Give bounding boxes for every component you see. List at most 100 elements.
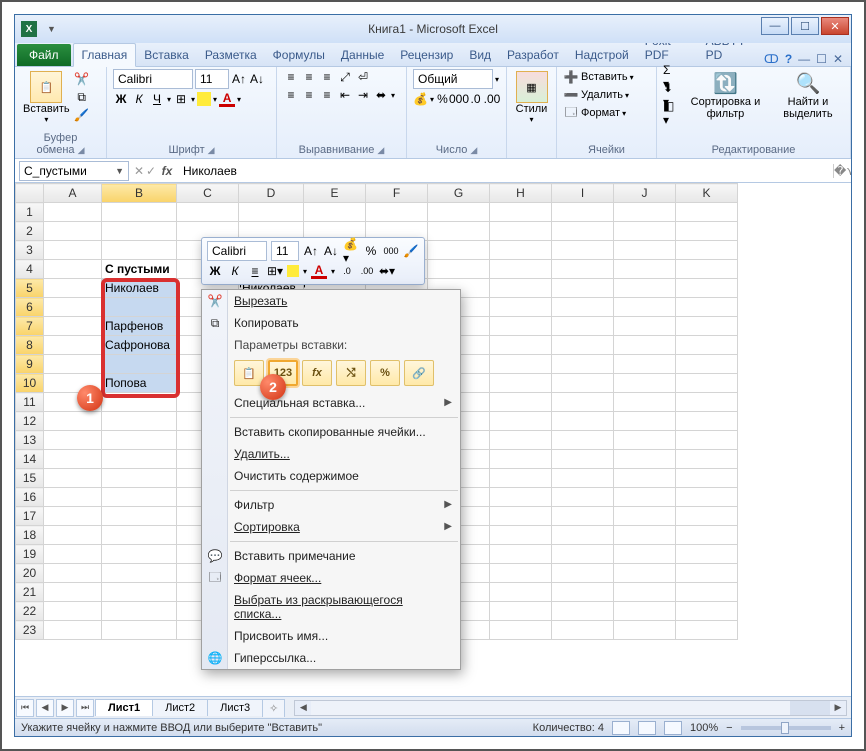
paste-option-link[interactable]: 🔗	[404, 360, 434, 386]
cell-J9[interactable]	[614, 355, 676, 374]
merge-icon[interactable]: ⬌	[373, 87, 389, 103]
mini-comma[interactable]: 000	[383, 243, 399, 259]
cell-A15[interactable]	[44, 469, 102, 488]
cell-K21[interactable]	[676, 583, 738, 602]
mini-format-painter[interactable]: 🖌️	[403, 243, 419, 259]
cell-A7[interactable]	[44, 317, 102, 336]
mini-bold[interactable]: Ж	[207, 263, 223, 279]
sheet-tab-new[interactable]: ✧	[262, 699, 285, 717]
cell-A19[interactable]	[44, 545, 102, 564]
close-button[interactable]: ✕	[821, 17, 849, 35]
fx-icon[interactable]: fx	[157, 164, 177, 178]
help-icon[interactable]: ?	[785, 52, 792, 66]
cell-B8[interactable]: Сафронова	[102, 336, 177, 355]
cell-K23[interactable]	[676, 621, 738, 640]
delete-cells-icon[interactable]: ➖	[563, 87, 579, 103]
col-header-G[interactable]: G	[428, 184, 490, 203]
ctx-cut[interactable]: ✂️Вырезать	[202, 290, 460, 312]
cell-B23[interactable]	[102, 621, 177, 640]
cell-I14[interactable]	[552, 450, 614, 469]
cell-K6[interactable]	[676, 298, 738, 317]
cell-I20[interactable]	[552, 564, 614, 583]
cell-H10[interactable]	[490, 374, 552, 393]
sheet-tab-2[interactable]: Лист2	[152, 699, 208, 716]
currency-icon[interactable]: 💰	[413, 91, 428, 107]
cell-B5[interactable]: Николаев	[102, 279, 177, 298]
tab-addins[interactable]: Надстрой	[567, 44, 637, 66]
sheet-tab-1[interactable]: Лист1	[95, 699, 153, 716]
font-size-selector[interactable]	[195, 69, 229, 89]
cell-H15[interactable]	[490, 469, 552, 488]
cell-K14[interactable]	[676, 450, 738, 469]
cell-H9[interactable]	[490, 355, 552, 374]
sort-filter-button[interactable]: 🔃 Сортировка и фильтр	[683, 69, 768, 122]
cell-J1[interactable]	[614, 203, 676, 222]
zoom-out-button[interactable]: −	[726, 722, 732, 734]
mini-inc-decimal[interactable]: .0	[339, 263, 355, 279]
ctx-insert-comment[interactable]: 💬Вставить примечание	[202, 545, 460, 567]
number-format-selector[interactable]	[413, 69, 493, 89]
format-painter-icon[interactable]: 🖌️	[74, 107, 90, 123]
ctx-define-name[interactable]: Присвоить имя...	[202, 625, 460, 647]
insert-cells-label[interactable]: Вставить	[581, 71, 628, 83]
cell-A22[interactable]	[44, 602, 102, 621]
cell-K1[interactable]	[676, 203, 738, 222]
cell-A4[interactable]	[44, 260, 102, 279]
row-header-8[interactable]: 8	[16, 336, 44, 355]
cell-F1[interactable]	[366, 203, 428, 222]
cell-B18[interactable]	[102, 526, 177, 545]
font-color-button[interactable]: А	[219, 91, 235, 107]
cell-B13[interactable]	[102, 431, 177, 450]
cell-A8[interactable]	[44, 336, 102, 355]
align-middle-icon[interactable]: ≡	[301, 69, 317, 85]
cell-J15[interactable]	[614, 469, 676, 488]
tab-layout[interactable]: Разметка	[197, 44, 265, 66]
clear-icon[interactable]: ◧ ▾	[663, 105, 679, 121]
col-header-B[interactable]: B	[102, 184, 177, 203]
cell-H18[interactable]	[490, 526, 552, 545]
cell-I2[interactable]	[552, 222, 614, 241]
row-header-10[interactable]: 10	[16, 374, 44, 393]
cell-H3[interactable]	[490, 241, 552, 260]
cell-A16[interactable]	[44, 488, 102, 507]
col-header-F[interactable]: F	[366, 184, 428, 203]
mini-grow-font[interactable]: A↑	[303, 243, 319, 259]
view-break-icon[interactable]	[664, 721, 682, 735]
row-header-1[interactable]: 1	[16, 203, 44, 222]
mini-percent[interactable]: %	[363, 243, 379, 259]
cell-H14[interactable]	[490, 450, 552, 469]
cell-K22[interactable]	[676, 602, 738, 621]
cell-J13[interactable]	[614, 431, 676, 450]
maximize-button[interactable]: ☐	[791, 17, 819, 35]
cell-A5[interactable]	[44, 279, 102, 298]
cell-J17[interactable]	[614, 507, 676, 526]
cell-B20[interactable]	[102, 564, 177, 583]
cell-H11[interactable]	[490, 393, 552, 412]
cell-J22[interactable]	[614, 602, 676, 621]
horizontal-scrollbar[interactable]: ◀▶	[294, 700, 847, 716]
cell-K12[interactable]	[676, 412, 738, 431]
cell-G3[interactable]	[428, 241, 490, 260]
cell-I6[interactable]	[552, 298, 614, 317]
mini-border[interactable]: ⊞▾	[267, 263, 283, 279]
italic-button[interactable]: К	[131, 91, 147, 107]
clipboard-dialog-launcher[interactable]: ◢	[78, 145, 85, 155]
cell-C1[interactable]	[177, 203, 239, 222]
row-header-2[interactable]: 2	[16, 222, 44, 241]
cell-K17[interactable]	[676, 507, 738, 526]
number-dialog-launcher[interactable]: ◢	[470, 145, 477, 155]
cell-E1[interactable]	[304, 203, 366, 222]
font-dialog-launcher[interactable]: ◢	[208, 145, 215, 155]
cell-K2[interactable]	[676, 222, 738, 241]
col-header-A[interactable]: A	[44, 184, 102, 203]
row-header-5[interactable]: 5	[16, 279, 44, 298]
workbook-close[interactable]: ✕	[833, 52, 843, 66]
cell-I8[interactable]	[552, 336, 614, 355]
tab-developer[interactable]: Разработ	[499, 44, 567, 66]
cell-J11[interactable]	[614, 393, 676, 412]
cell-A3[interactable]	[44, 241, 102, 260]
ctx-copy[interactable]: ⧉Копировать	[202, 312, 460, 334]
cell-G1[interactable]	[428, 203, 490, 222]
cell-K4[interactable]	[676, 260, 738, 279]
ctx-delete[interactable]: Удалить...	[202, 443, 460, 465]
